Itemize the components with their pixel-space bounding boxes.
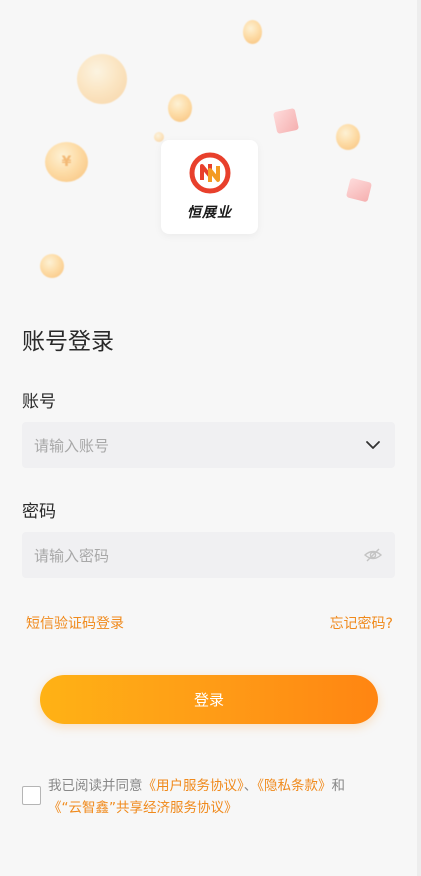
coin-decoration [77, 54, 127, 104]
user-service-agreement-link[interactable]: 《用户服务协议》 [143, 778, 244, 794]
page-title: 账号登录 [22, 329, 114, 355]
eye-icon[interactable] [363, 545, 383, 565]
privacy-terms-link[interactable]: 《隐私条款》 [257, 778, 331, 794]
agreement-text: 我已阅读并同意《用户服务协议》、《隐私条款》和《“云智鑫”共享经济服务协议》 [48, 775, 388, 819]
account-field[interactable] [22, 422, 395, 470]
app-logo-card: 恒展业 [161, 140, 258, 234]
forgot-password-link[interactable]: 忘记密码? [330, 613, 393, 633]
red-envelope-decoration [272, 107, 300, 135]
shared-economy-agreement-link[interactable]: 《“云智鑫”共享经济服务协议》 [48, 800, 238, 816]
coin-decoration [336, 124, 360, 150]
red-envelope-decoration [345, 177, 373, 203]
coin-decoration [243, 20, 262, 44]
chevron-down-icon[interactable] [363, 435, 383, 455]
password-input[interactable] [32, 532, 356, 580]
coin-decoration [168, 94, 192, 122]
coin-decoration [40, 254, 64, 278]
account-label: 账号 [22, 392, 56, 412]
password-label: 密码 [22, 502, 56, 522]
agreement-and: 和 [331, 778, 346, 794]
agreement-prefix: 我已阅读并同意 [48, 778, 143, 794]
login-button[interactable]: 登录 [40, 675, 378, 724]
account-input[interactable] [32, 422, 356, 470]
logo-icon [189, 152, 231, 194]
coin-decoration: ¥ [45, 142, 88, 182]
yen-icon: ¥ [61, 154, 72, 170]
logo-text: 恒展业 [187, 205, 232, 221]
coin-decoration [154, 132, 164, 142]
password-field[interactable] [22, 532, 395, 580]
agreement-checkbox[interactable] [22, 786, 41, 805]
sms-login-link[interactable]: 短信验证码登录 [26, 613, 124, 633]
right-edge [417, 0, 421, 876]
agreement-separator: 、 [243, 778, 258, 794]
